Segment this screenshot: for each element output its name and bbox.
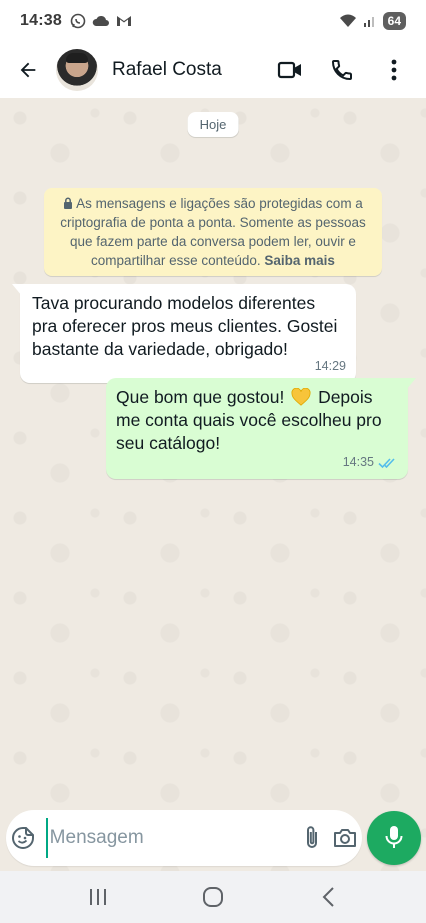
signal-icon — [363, 17, 374, 27]
more-options-button[interactable] — [368, 42, 420, 98]
voice-call-button[interactable] — [316, 42, 368, 98]
system-icons: 64 — [339, 12, 406, 30]
phone-icon — [331, 60, 352, 81]
lock-icon — [64, 197, 73, 209]
microphone-icon — [385, 826, 403, 848]
header-actions — [264, 42, 426, 98]
home-button[interactable] — [183, 871, 243, 923]
more-vertical-icon — [391, 59, 397, 81]
camera-icon — [334, 829, 357, 847]
paperclip-icon — [306, 826, 317, 848]
notification-icons — [70, 13, 132, 29]
wifi-icon — [339, 14, 356, 27]
back-button[interactable] — [0, 42, 56, 98]
sticker-button[interactable] — [6, 810, 40, 866]
status-time: 14:38 — [20, 12, 62, 29]
message-timestamp: 14:29 — [314, 359, 346, 373]
avatar[interactable] — [56, 49, 98, 91]
message-timestamp: 14:35 — [342, 455, 374, 469]
chat-header: Rafael Costa — [0, 42, 426, 98]
video-camera-icon — [277, 61, 301, 79]
arrow-left-icon — [20, 62, 36, 78]
encryption-notice[interactable]: As mensagens e ligações são protegidas c… — [44, 188, 382, 276]
whatsapp-notification-icon — [70, 13, 86, 29]
home-icon — [202, 887, 223, 907]
video-call-button[interactable] — [264, 42, 316, 98]
message-text: Tava procurando modelos diferentes pra o… — [32, 293, 338, 359]
attach-button[interactable] — [295, 810, 329, 866]
gmail-icon — [116, 16, 131, 26]
voice-message-button[interactable] — [367, 811, 421, 865]
status-bar: 14:38 64 — [0, 0, 426, 42]
battery-indicator: 64 — [382, 12, 406, 30]
incoming-message[interactable]: Tava procurando modelos diferentes pra o… — [12, 284, 356, 383]
learn-more-link[interactable]: Saiba mais — [264, 253, 335, 268]
recent-apps-icon — [89, 889, 106, 905]
message-text-part1: Que bom que gostou! — [116, 387, 285, 407]
outgoing-message[interactable]: Que bom que gostou! Depois me conta quai… — [106, 378, 416, 479]
contact-name[interactable]: Rafael Costa — [112, 59, 222, 81]
cloud-icon — [92, 15, 109, 26]
message-input[interactable] — [45, 818, 295, 858]
message-time: 14:35 — [343, 451, 398, 474]
nav-back-button[interactable] — [298, 871, 358, 923]
system-nav-bar — [0, 871, 426, 923]
sticker-icon — [11, 827, 34, 849]
yellow-heart-icon — [291, 388, 311, 406]
recent-apps-button[interactable] — [68, 871, 128, 923]
date-chip: Hoje — [187, 112, 239, 137]
whatsapp-chat-screen: 14:38 64 Rafael Costa Hoje As mensagens … — [0, 0, 426, 923]
read-ticks-icon — [378, 457, 395, 468]
chat-area[interactable]: Hoje As mensagens e ligações são protegi… — [0, 98, 426, 871]
chevron-left-icon — [322, 887, 335, 907]
camera-button[interactable] — [328, 810, 362, 866]
message-time: 14:29 — [315, 355, 346, 378]
message-composer — [6, 810, 362, 866]
